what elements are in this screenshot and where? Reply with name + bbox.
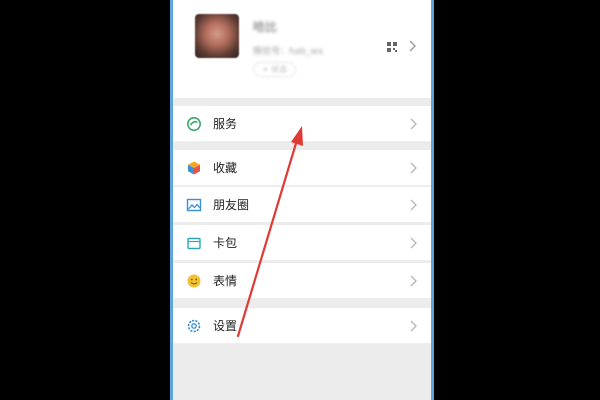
menu-item-services[interactable]: 服务 (173, 106, 431, 142)
menu-item-cards[interactable]: 卡包 (173, 225, 431, 261)
chevron-right-icon (410, 199, 417, 211)
menu-label: 服务 (213, 117, 238, 131)
profile-nickname: 哈比 (253, 20, 278, 34)
profile-header[interactable]: 哈比 微信号：hab_wx + 状态 (173, 0, 431, 98)
menu-item-moments[interactable]: 朋友圈 (173, 187, 431, 223)
chevron-right-icon (410, 162, 417, 174)
chevron-right-icon (410, 320, 417, 332)
menu-item-settings[interactable]: 设置 (173, 308, 431, 344)
menu-label: 卡包 (213, 236, 238, 250)
moments-picture-icon (186, 198, 202, 212)
chevron-right-icon (410, 118, 417, 130)
services-icon (187, 117, 201, 131)
menu-label: 朋友圈 (213, 198, 250, 212)
menu-label: 表情 (213, 274, 238, 288)
phone-screen: 哈比 微信号：hab_wx + 状态 服务 收藏 朋友圈 卡包 表情 设置 (170, 0, 434, 400)
settings-gear-icon (187, 319, 201, 333)
chevron-right-icon (410, 237, 417, 249)
chevron-right-icon (410, 275, 417, 287)
qr-code-icon[interactable] (387, 42, 397, 52)
sticker-smiley-icon (187, 274, 201, 288)
chevron-right-icon (409, 40, 416, 52)
menu-label: 收藏 (213, 161, 238, 175)
profile-wechat-id: 微信号：hab_wx (253, 47, 324, 57)
favorites-cube-icon (188, 161, 200, 175)
avatar[interactable] (195, 14, 239, 58)
menu-label: 设置 (213, 319, 238, 333)
menu-item-favorites[interactable]: 收藏 (173, 150, 431, 186)
status-button[interactable]: + 状态 (253, 62, 297, 77)
card-wallet-icon (187, 237, 201, 250)
menu-item-stickers[interactable]: 表情 (173, 263, 431, 299)
